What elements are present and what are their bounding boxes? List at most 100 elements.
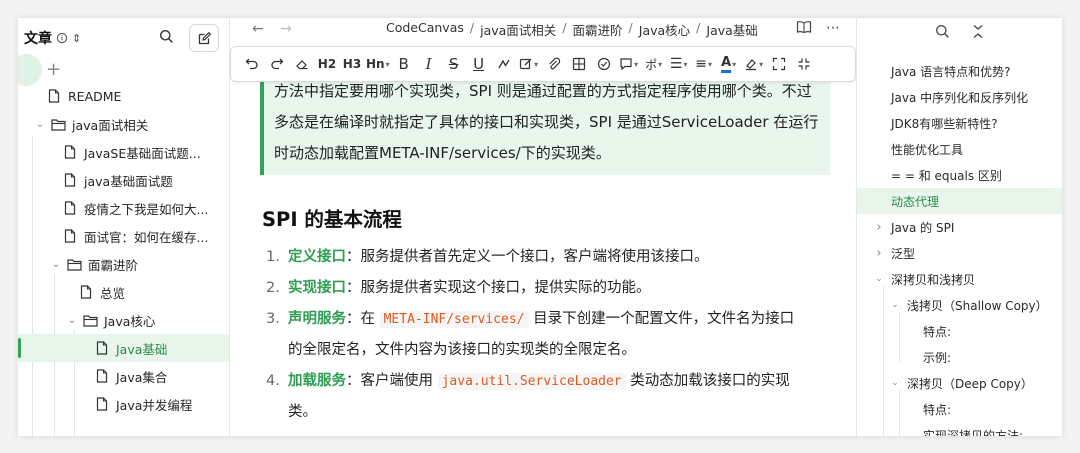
outline-item-label: 性能优化工具 [891,142,964,157]
read-mode-icon[interactable] [796,20,812,38]
chevron-right-icon[interactable]: › [873,246,885,261]
attachment-icon[interactable] [543,53,565,75]
collapse-all-icon[interactable] [972,24,984,43]
comment-icon[interactable]: ▾ [618,53,640,75]
sidebar-item-label: README [68,88,122,104]
undo-icon[interactable] [241,53,263,75]
document-tree: README ⌄ java面试相关 JavaSE基础面试题... java基础面试题 疫情… [18,82,229,418]
breadcrumb-item[interactable]: Java核心 [639,20,690,39]
sidebar-item[interactable]: Java并发编程 [18,390,229,418]
list-number: 3. [266,311,280,327]
outline-item[interactable]: JDK8有哪些新特性? [857,110,1062,136]
sidebar-item[interactable]: ⌄ 面霸进阶 [18,250,229,278]
breadcrumb-item[interactable]: Java基础 [706,20,757,39]
sidebar-item-label: 面霸进阶 [88,257,139,273]
chevron-down-icon[interactable]: ⌄ [34,119,46,130]
chevron-down-icon: ▾ [759,59,764,69]
redo-icon[interactable] [266,53,288,75]
breadcrumb-separator: / [469,19,475,35]
breadcrumb-separator: / [696,19,701,35]
list-icon[interactable]: ☰ ▾ [668,53,690,75]
chevron-down-icon: ▾ [707,59,712,69]
sidebar-item[interactable]: README [18,82,229,110]
chevron-down-icon[interactable]: ⌄ [889,378,901,388]
sidebar-item[interactable]: Java集合 [18,362,229,390]
step-text: 的全限定名，文件内容为该接口的实现类的全限定名。 [288,342,636,358]
outline-item[interactable]: = = 和 equals 区别 [857,162,1062,188]
outline-item[interactable]: ⌄ 深拷贝和浅拷贝 [857,266,1062,292]
edit-icon [198,31,211,44]
outline-item[interactable]: 特点: [857,396,1062,422]
chevron-right-icon[interactable]: › [873,220,885,235]
step-keyword: 定义接口 [288,249,346,265]
outline-item[interactable]: › 泛型 [857,240,1062,266]
collapse-toolbar-icon[interactable] [793,53,815,75]
clear-format-icon[interactable] [291,53,313,75]
document-icon [62,201,78,215]
forward-arrow-icon[interactable]: → [272,21,300,37]
heading-3-button[interactable]: H3 [341,53,363,75]
highlight-color-icon[interactable]: ▾ [743,53,765,75]
sidebar-item-label: 面试官：如何在缓存... [84,229,209,245]
outline-item-label: 深拷贝（Deep Copy） [907,376,1033,391]
sidebar-item[interactable]: ⌄ Java核心 [18,306,229,334]
fullscreen-icon[interactable] [768,53,790,75]
align-icon[interactable]: ≡ ▾ [693,53,715,75]
outline-item[interactable]: 动态代理 [857,188,1062,214]
bold-button[interactable]: B [393,53,415,75]
chevron-down-icon[interactable]: ⌄ [66,315,78,326]
sidebar-title[interactable]: 文章 [24,28,52,48]
strikethrough-button[interactable]: S [443,53,465,75]
outline-item[interactable]: 示例: [857,344,1062,370]
chevron-down-icon[interactable]: ⌄ [889,300,901,310]
text-size-icon[interactable]: ポ ▾ [643,53,665,75]
sidebar-item[interactable]: Java基础 [18,334,229,362]
sidebar-item-label: Java集合 [116,369,168,385]
add-icon[interactable]: + [46,58,61,82]
chevron-down-icon[interactable]: ⌄ [873,274,885,284]
outline-item[interactable]: 实现深拷贝的方法: [857,422,1062,437]
breadcrumb-item[interactable]: java面试相关 [480,20,556,39]
outline-item[interactable]: ⌄ 浅拷贝（Shallow Copy） [857,292,1062,318]
italic-button[interactable]: I [418,53,440,75]
breadcrumb-separator: / [562,19,567,35]
steps-list: 1. 定义接口：服务提供者首先定义一个接口，客户端将使用该接口。 2. 实现接口：服务… [260,242,830,428]
outline-item[interactable]: Java 语言特点和优势? [857,58,1062,84]
highlight-pen-icon[interactable]: ▾ [518,53,540,75]
font-color-button[interactable]: A ▾ [718,53,740,75]
breadcrumb-item[interactable]: CodeCanvas [386,20,464,39]
heading-n-button[interactable]: Hn ▾ [366,53,390,75]
app-window: 文章 ⇕ + README ⌄ java面试相关 JavaSE基础面试题... java… [18,18,1062,436]
search-icon[interactable] [935,24,950,43]
new-document-button[interactable] [189,24,219,52]
info-icon[interactable] [56,32,68,44]
search-icon[interactable] [155,29,177,48]
chevron-down-icon[interactable]: ⌄ [50,259,62,270]
outline-item[interactable]: › Java 的 SPI [857,214,1062,240]
sidebar-item[interactable]: ⌄ java面试相关 [18,110,229,138]
sort-toggle-icon[interactable]: ⇕ [72,32,81,45]
outline-panel: Java 语言特点和优势? Java 中序列化和反序列化 JDK8有哪些新特性? 性能… [856,18,1062,436]
document-icon [62,145,78,159]
outline-item[interactable]: 性能优化工具 [857,136,1062,162]
sidebar-item[interactable]: 疫情之下我是如何大... [18,194,229,222]
heading-2-button[interactable]: H2 [316,53,338,75]
outline-item[interactable]: Java 中序列化和反序列化 [857,84,1062,110]
sidebar-item[interactable]: 总览 [18,278,229,306]
more-options-icon[interactable]: ⋯ [826,20,840,38]
formula-icon[interactable] [493,53,515,75]
sidebar-item[interactable]: JavaSE基础面试题... [18,138,229,166]
underline-button[interactable]: U [468,53,490,75]
sidebar-item[interactable]: java基础面试题 [18,166,229,194]
sidebar-item[interactable]: 面试官：如何在缓存... [18,222,229,250]
outline-item-label: 示例: [923,350,952,365]
breadcrumb-item[interactable]: 面霸进阶 [573,20,623,39]
task-check-icon[interactable] [593,53,615,75]
chevron-down-icon: ▾ [534,59,539,69]
outline-item[interactable]: ⌄ 深拷贝（Deep Copy） [857,370,1062,396]
breadcrumb: CodeCanvas / java面试相关 / 面霸进阶 / Java核心 / Java基础 [386,20,758,39]
back-arrow-icon[interactable]: ← [244,21,272,37]
outline-item[interactable]: 特点: [857,318,1062,344]
sidebar-item-label: Java基础 [116,341,168,357]
table-icon[interactable] [568,53,590,75]
